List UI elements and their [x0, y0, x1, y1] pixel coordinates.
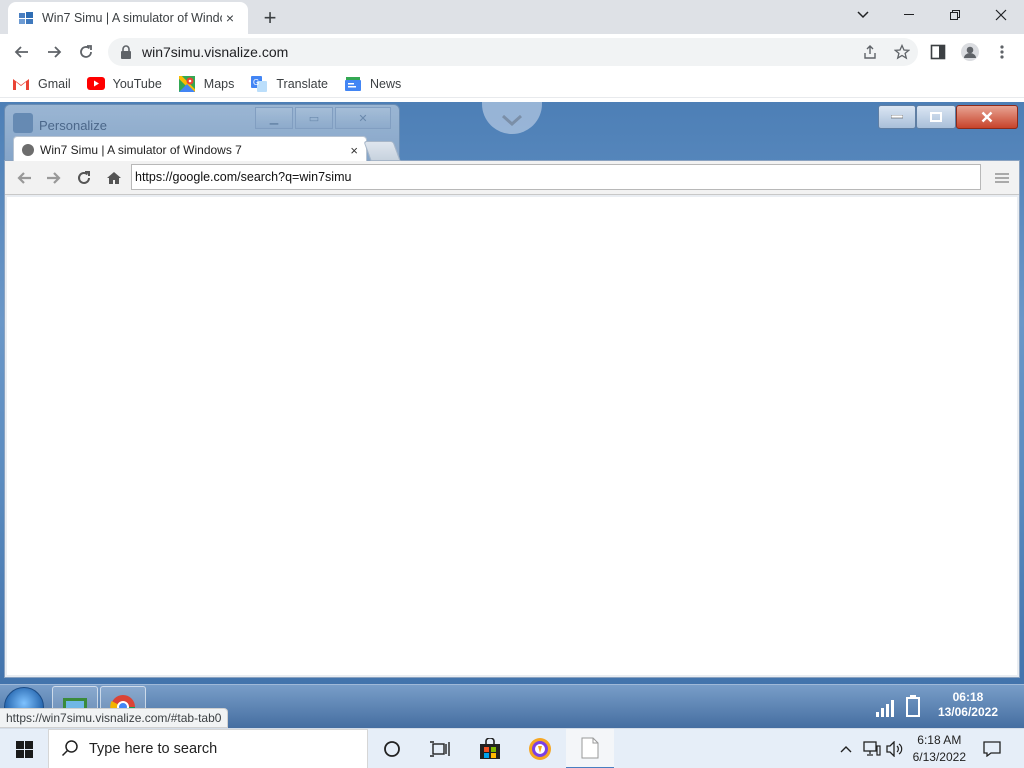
taskbar-clock[interactable]: 6:18 AM 6/13/2022 [913, 732, 966, 766]
personalize-title: Personalize [39, 118, 107, 133]
taskbar-time: 6:18 AM [917, 733, 962, 747]
bookmark-label: Translate [276, 76, 329, 91]
inner-page-content [7, 197, 1017, 675]
bookmark-news[interactable]: News [344, 76, 401, 92]
news-icon [344, 76, 362, 92]
cortana-icon[interactable] [368, 729, 416, 768]
windows-start-icon[interactable] [0, 729, 48, 768]
taskbar-date: 6/13/2022 [912, 750, 966, 764]
inner-back-icon[interactable] [13, 167, 35, 189]
lock-icon[interactable] [120, 45, 134, 59]
svg-text:G: G [253, 78, 259, 87]
forward-button[interactable] [38, 36, 70, 68]
tab-close-icon[interactable]: × [222, 10, 238, 26]
win7simu-favicon-icon [18, 10, 34, 26]
side-panel-icon[interactable] [922, 36, 954, 68]
bookmark-label: Maps [203, 76, 235, 91]
link-status-bubble: https://win7simu.visnalize.com/#tab-tab0 [0, 708, 229, 728]
new-tab-button[interactable]: + [258, 5, 282, 30]
personalize-maximize-button[interactable]: ▭ [295, 107, 333, 129]
taskbar-search-input[interactable]: Type here to search [48, 729, 368, 768]
tab-search-chevron-icon[interactable] [840, 0, 886, 30]
show-hidden-icons-chevron-icon[interactable] [836, 729, 856, 768]
bookmark-label: Gmail [38, 76, 71, 91]
bookmark-maps[interactable]: Maps [178, 75, 235, 92]
taskbar-browser-app-icon[interactable] [516, 729, 564, 768]
translate-icon: G [250, 75, 268, 92]
inner-home-icon[interactable] [103, 167, 125, 189]
bookmark-label: News [370, 76, 402, 91]
bookmark-gmail[interactable]: Gmail [12, 76, 71, 92]
back-button[interactable] [6, 36, 38, 68]
bookmark-label: YouTube [112, 76, 162, 91]
inner-address-bar[interactable]: https://google.com/search?q=win7simu [131, 164, 981, 190]
personalize-close-button[interactable]: ✕ [335, 107, 391, 129]
bookmark-youtube[interactable]: YouTube [86, 76, 162, 92]
search-icon [61, 739, 79, 760]
inner-tab-win7simu[interactable]: Win7 Simu | A simulator of Windows 7 × [13, 136, 367, 163]
network-icon[interactable] [860, 729, 884, 768]
maps-icon [178, 75, 196, 92]
inner-forward-icon[interactable] [43, 167, 65, 189]
personalize-minimize-button[interactable]: ▁ [255, 107, 293, 129]
address-url: win7simu.visnalize.com [142, 44, 289, 60]
address-bar[interactable]: win7simu.visnalize.com [108, 38, 918, 66]
profile-avatar-icon[interactable] [954, 36, 986, 68]
personalize-icon [13, 113, 33, 133]
simulated-chrome-window: Win7 Simu | A simulator of Windows 7 × h… [4, 136, 1020, 678]
win7-maximize-button[interactable] [916, 105, 956, 129]
win7-clock[interactable]: 06:18 13/06/2022 [938, 690, 998, 720]
inner-menu-icon[interactable] [991, 167, 1013, 189]
tab-win7simu[interactable]: Win7 Simu | A simulator of Windows 7 × [8, 2, 248, 34]
globe-icon [22, 144, 34, 156]
youtube-icon [86, 76, 105, 92]
win7-clock-time: 06:18 [952, 690, 984, 704]
minimize-button[interactable] [886, 0, 932, 30]
taskbar-active-document-app[interactable] [566, 729, 614, 768]
windows-taskbar: Type here to search 6:18 AM 6/13/2022 [0, 728, 1024, 768]
reload-button[interactable] [70, 36, 102, 68]
win7-desktop: Personalize ▁ ▭ ✕ Win7 Simu | A simulato… [0, 102, 1024, 728]
bookmark-translate[interactable]: G Translate [250, 75, 329, 92]
search-placeholder: Type here to search [89, 741, 218, 757]
microsoft-store-icon[interactable] [466, 729, 514, 768]
close-window-button[interactable] [978, 0, 1024, 30]
inner-tab-close-icon[interactable]: × [350, 143, 358, 158]
gmail-icon [12, 76, 30, 92]
inner-reload-icon[interactable] [73, 167, 95, 189]
win7-clock-date: 13/06/2022 [937, 705, 998, 719]
win7-close-button[interactable] [956, 105, 1018, 129]
volume-icon[interactable] [884, 729, 906, 768]
bookmarks-bar: Gmail YouTube Maps G Translate News [0, 70, 1024, 98]
bookmark-star-icon[interactable] [886, 38, 918, 66]
win7-minimize-button[interactable] [878, 105, 916, 129]
task-view-icon[interactable] [416, 729, 464, 768]
inner-tab-title: Win7 Simu | A simulator of Windows 7 [40, 143, 242, 157]
tab-title: Win7 Simu | A simulator of Windows 7 [42, 11, 222, 25]
chrome-tab-strip: Win7 Simu | A simulator of Windows 7 × + [0, 0, 1024, 34]
share-icon[interactable] [854, 38, 886, 66]
collapse-chevron-icon[interactable] [482, 102, 542, 134]
inner-toolbar: https://google.com/search?q=win7simu [5, 161, 1019, 195]
win7-battery-icon[interactable] [906, 695, 920, 720]
restore-button[interactable] [932, 0, 978, 30]
win7-signal-icon[interactable] [876, 697, 898, 720]
notifications-icon[interactable] [974, 729, 1010, 768]
chrome-menu-icon[interactable] [986, 36, 1018, 68]
